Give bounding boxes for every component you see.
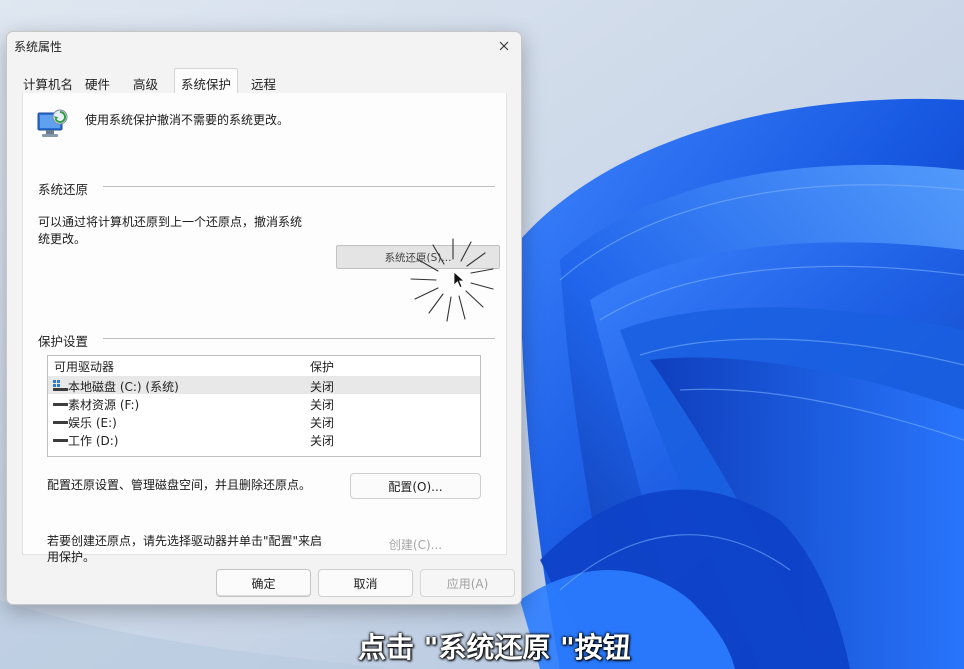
tab-advanced[interactable]: 高级 bbox=[129, 72, 162, 94]
drive-name: 素材资源 (F:) bbox=[68, 398, 140, 412]
drive-row[interactable]: 本地磁盘 (C:) (系统) 关闭 bbox=[48, 376, 480, 394]
drives-listbox[interactable]: 可用驱动器 保护 本地磁盘 (C:) (系统) 关闭 素材资源 (F:) 关闭 … bbox=[47, 355, 481, 457]
drive-name: 工作 (D:) bbox=[68, 434, 119, 448]
ok-button[interactable]: 确定 bbox=[216, 569, 311, 597]
restore-description-line1: 可以通过将计算机还原到上一个还原点，撤消系统 bbox=[38, 215, 303, 229]
system-protection-panel: 使用系统保护撤消不需要的系统更改。 系统还原 可以通过将计算机还原到上一个还原点… bbox=[22, 93, 507, 564]
restore-description-line2: 统更改。 bbox=[38, 232, 87, 246]
drive-protection-status: 关闭 bbox=[310, 380, 335, 394]
protection-group-divider bbox=[103, 338, 495, 339]
drive-icon bbox=[53, 439, 68, 442]
column-header-protection: 保护 bbox=[310, 360, 335, 374]
intro-text: 使用系统保护撤消不需要的系统更改。 bbox=[85, 113, 290, 127]
drive-protection-status: 关闭 bbox=[310, 434, 335, 448]
close-button[interactable] bbox=[491, 34, 517, 58]
drive-row[interactable]: 素材资源 (F:) 关闭 bbox=[48, 394, 480, 412]
drive-name: 本地磁盘 (C:) (系统) bbox=[68, 380, 179, 394]
cancel-button[interactable]: 取消 bbox=[318, 569, 413, 597]
drive-row[interactable]: 娱乐 (E:) 关闭 bbox=[48, 412, 480, 430]
create-description-line2: 用保护。 bbox=[47, 550, 96, 564]
protection-group-label: 保护设置 bbox=[38, 331, 95, 350]
video-caption: 点击 "系统还原 "按钮 bbox=[358, 631, 631, 664]
restore-group-divider bbox=[103, 186, 495, 187]
apply-button[interactable]: 应用(A) bbox=[420, 569, 515, 597]
tab-remote[interactable]: 远程 bbox=[247, 72, 280, 94]
drive-icon bbox=[53, 421, 68, 424]
configure-description: 配置还原设置、管理磁盘空间，并且删除还原点。 bbox=[47, 478, 312, 492]
drives-list-header: 可用驱动器 保护 bbox=[48, 356, 480, 374]
title-bar[interactable]: 系统属性 bbox=[7, 32, 521, 62]
drive-icon bbox=[53, 403, 68, 406]
mouse-cursor-icon bbox=[453, 271, 466, 289]
system-protection-icon bbox=[37, 109, 68, 137]
create-description-line1: 若要创建还原点，请先选择驱动器并单击"配置"来启 bbox=[47, 534, 323, 548]
drive-protection-status: 关闭 bbox=[310, 416, 335, 430]
system-drive-icon bbox=[53, 380, 68, 391]
drive-row[interactable]: 工作 (D:) 关闭 bbox=[48, 430, 480, 448]
window-title: 系统属性 bbox=[14, 40, 63, 54]
tab-hardware[interactable]: 硬件 bbox=[81, 72, 114, 94]
column-header-drives: 可用驱动器 bbox=[54, 360, 115, 374]
close-icon bbox=[499, 41, 509, 51]
tab-system-protection[interactable]: 系统保护 bbox=[174, 68, 239, 94]
drive-protection-status: 关闭 bbox=[310, 398, 335, 412]
restore-group-label: 系统还原 bbox=[38, 179, 95, 198]
tab-computer-name[interactable]: 计算机名 bbox=[19, 72, 77, 94]
system-properties-window: 系统属性 计算机名 硬件 高级 系统保护 远程 使用系统保护撤消不需要的系统更改… bbox=[6, 31, 522, 605]
create-button[interactable]: 创建(C)... bbox=[350, 531, 481, 557]
drive-name: 娱乐 (E:) bbox=[68, 416, 117, 430]
configure-button[interactable]: 配置(O)... bbox=[350, 473, 481, 499]
